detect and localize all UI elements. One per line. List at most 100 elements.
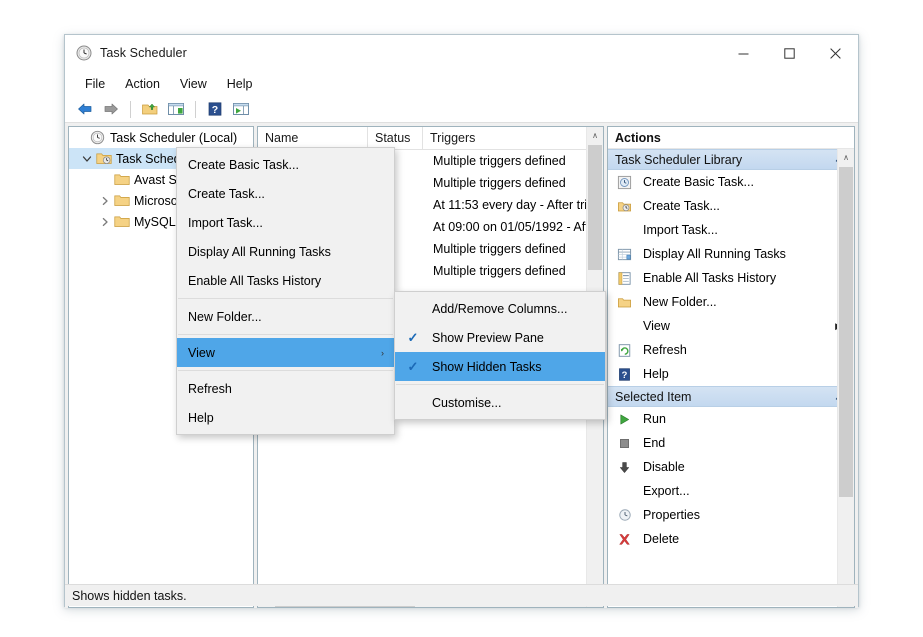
context-item-view[interactable]: View › <box>177 338 394 367</box>
show-hide-action-pane-icon[interactable] <box>229 98 253 120</box>
view-item-label: Add/Remove Columns... <box>432 301 568 316</box>
cell-triggers: At 09:00 on 01/05/1992 - After t <box>433 220 603 234</box>
action-label: End <box>643 436 666 450</box>
folder-icon <box>113 193 130 209</box>
context-item-help[interactable]: Help <box>177 403 394 432</box>
action-end[interactable]: End <box>608 431 854 455</box>
column-header-status[interactable]: Status <box>368 127 423 149</box>
maximize-button[interactable] <box>766 35 812 71</box>
group-header-label: Task Scheduler Library <box>615 152 743 167</box>
context-item-enable-all-tasks-history[interactable]: Enable All Tasks History <box>177 266 394 295</box>
create-basic-task-icon <box>615 174 634 191</box>
view-submenu-separator <box>396 384 604 385</box>
forward-icon[interactable] <box>99 98 123 120</box>
action-label: Create Basic Task... <box>643 175 754 189</box>
cell-triggers: Multiple triggers defined <box>433 176 566 190</box>
action-label: New Folder... <box>643 295 717 309</box>
status-text: Shows hidden tasks. <box>72 588 187 603</box>
action-label: Run <box>643 412 666 426</box>
help-icon[interactable]: ? <box>203 98 227 120</box>
actions-pane: Actions Task Scheduler Library Create Ba… <box>607 126 855 608</box>
vertical-scroll-thumb[interactable] <box>588 145 602 270</box>
action-import-task[interactable]: Import Task... <box>608 218 854 242</box>
tree-item-label: Task Scheduler (Local) <box>110 130 238 145</box>
cell-triggers: Multiple triggers defined <box>433 154 566 168</box>
menu-file[interactable]: File <box>75 74 115 94</box>
action-display-all-running-tasks[interactable]: Display All Running Tasks <box>608 242 854 266</box>
window-title: Task Scheduler <box>100 45 187 60</box>
refresh-icon <box>615 342 634 359</box>
action-view[interactable]: View ▶ <box>608 314 854 338</box>
action-create-task[interactable]: Create Task... <box>608 194 854 218</box>
clock-icon <box>75 44 92 61</box>
action-delete[interactable]: Delete <box>608 527 854 551</box>
clock-icon <box>89 130 106 146</box>
run-icon <box>615 411 634 428</box>
menu-action[interactable]: Action <box>115 74 170 94</box>
action-label: Delete <box>643 532 680 546</box>
tree-expander-none <box>73 130 89 146</box>
status-bar: Shows hidden tasks. <box>65 584 858 606</box>
action-export[interactable]: Export... <box>608 479 854 503</box>
menu-bar: File Action View Help <box>65 71 858 96</box>
action-label: Display All Running Tasks <box>643 247 786 261</box>
view-item-add-remove-columns[interactable]: Add/Remove Columns... <box>395 294 605 323</box>
context-menu-separator <box>178 298 393 299</box>
action-label: Disable <box>643 460 685 474</box>
action-help[interactable]: ? Help <box>608 362 854 386</box>
view-item-show-preview-pane[interactable]: ✓ Show Preview Pane <box>395 323 605 352</box>
none-icon <box>615 222 634 239</box>
show-hide-console-tree-icon[interactable] <box>164 98 188 120</box>
close-button[interactable] <box>812 35 858 71</box>
view-item-label: Customise... <box>432 395 502 410</box>
view-item-show-hidden-tasks[interactable]: ✓ Show Hidden Tasks <box>395 352 605 381</box>
context-item-display-all-running-tasks[interactable]: Display All Running Tasks <box>177 237 394 266</box>
context-item-create-basic-task[interactable]: Create Basic Task... <box>177 150 394 179</box>
tree-item-task-scheduler-local[interactable]: Task Scheduler (Local) <box>69 127 253 148</box>
actions-vertical-scrollbar[interactable]: ∧ ∨ <box>837 149 854 607</box>
scroll-up-arrow-icon[interactable]: ∧ <box>838 149 854 166</box>
group-header-label: Selected Item <box>615 389 692 404</box>
menu-view[interactable]: View <box>170 74 217 94</box>
create-task-icon <box>615 198 634 215</box>
action-refresh[interactable]: Refresh <box>608 338 854 362</box>
chevron-right-icon[interactable] <box>97 214 113 230</box>
none-icon <box>615 318 634 335</box>
menu-help[interactable]: Help <box>217 74 263 94</box>
action-properties[interactable]: Properties <box>608 503 854 527</box>
back-icon[interactable] <box>73 98 97 120</box>
title-bar: Task Scheduler <box>65 35 858 71</box>
minimize-button[interactable] <box>720 35 766 71</box>
action-label: Import Task... <box>643 223 718 237</box>
column-header-name[interactable]: Name <box>258 127 368 149</box>
actions-group-header-selected-item[interactable]: Selected Item <box>608 386 854 407</box>
action-disable[interactable]: Disable <box>608 455 854 479</box>
action-run[interactable]: Run <box>608 407 854 431</box>
scroll-up-arrow-icon[interactable]: ∧ <box>587 127 603 144</box>
actions-group-header-library[interactable]: Task Scheduler Library <box>608 149 854 170</box>
action-label: Properties <box>643 508 700 522</box>
chevron-right-icon[interactable] <box>97 193 113 209</box>
action-label: Help <box>643 367 669 381</box>
vertical-scroll-thumb[interactable] <box>839 167 853 497</box>
view-item-customise[interactable]: Customise... <box>395 388 605 417</box>
tree-expander-none <box>97 172 113 188</box>
tree-item-label: MySQL <box>134 214 176 229</box>
up-folder-icon[interactable] <box>138 98 162 120</box>
context-item-create-task[interactable]: Create Task... <box>177 179 394 208</box>
action-enable-all-tasks-history[interactable]: Enable All Tasks History <box>608 266 854 290</box>
disable-icon <box>615 459 634 476</box>
action-label: View <box>643 319 670 333</box>
column-header-triggers[interactable]: Triggers <box>423 127 603 149</box>
context-item-import-task[interactable]: Import Task... <box>177 208 394 237</box>
chevron-down-icon[interactable] <box>79 151 95 167</box>
cell-triggers: At 11:53 every day - After trigge <box>433 198 603 212</box>
context-item-refresh[interactable]: Refresh <box>177 374 394 403</box>
context-item-label: View <box>188 345 215 360</box>
action-new-folder[interactable]: New Folder... <box>608 290 854 314</box>
context-item-new-folder[interactable]: New Folder... <box>177 302 394 331</box>
action-create-basic-task[interactable]: Create Basic Task... <box>608 170 854 194</box>
help-icon: ? <box>615 366 634 383</box>
toolbar: ? <box>65 96 858 123</box>
toolbar-separator <box>130 100 131 118</box>
